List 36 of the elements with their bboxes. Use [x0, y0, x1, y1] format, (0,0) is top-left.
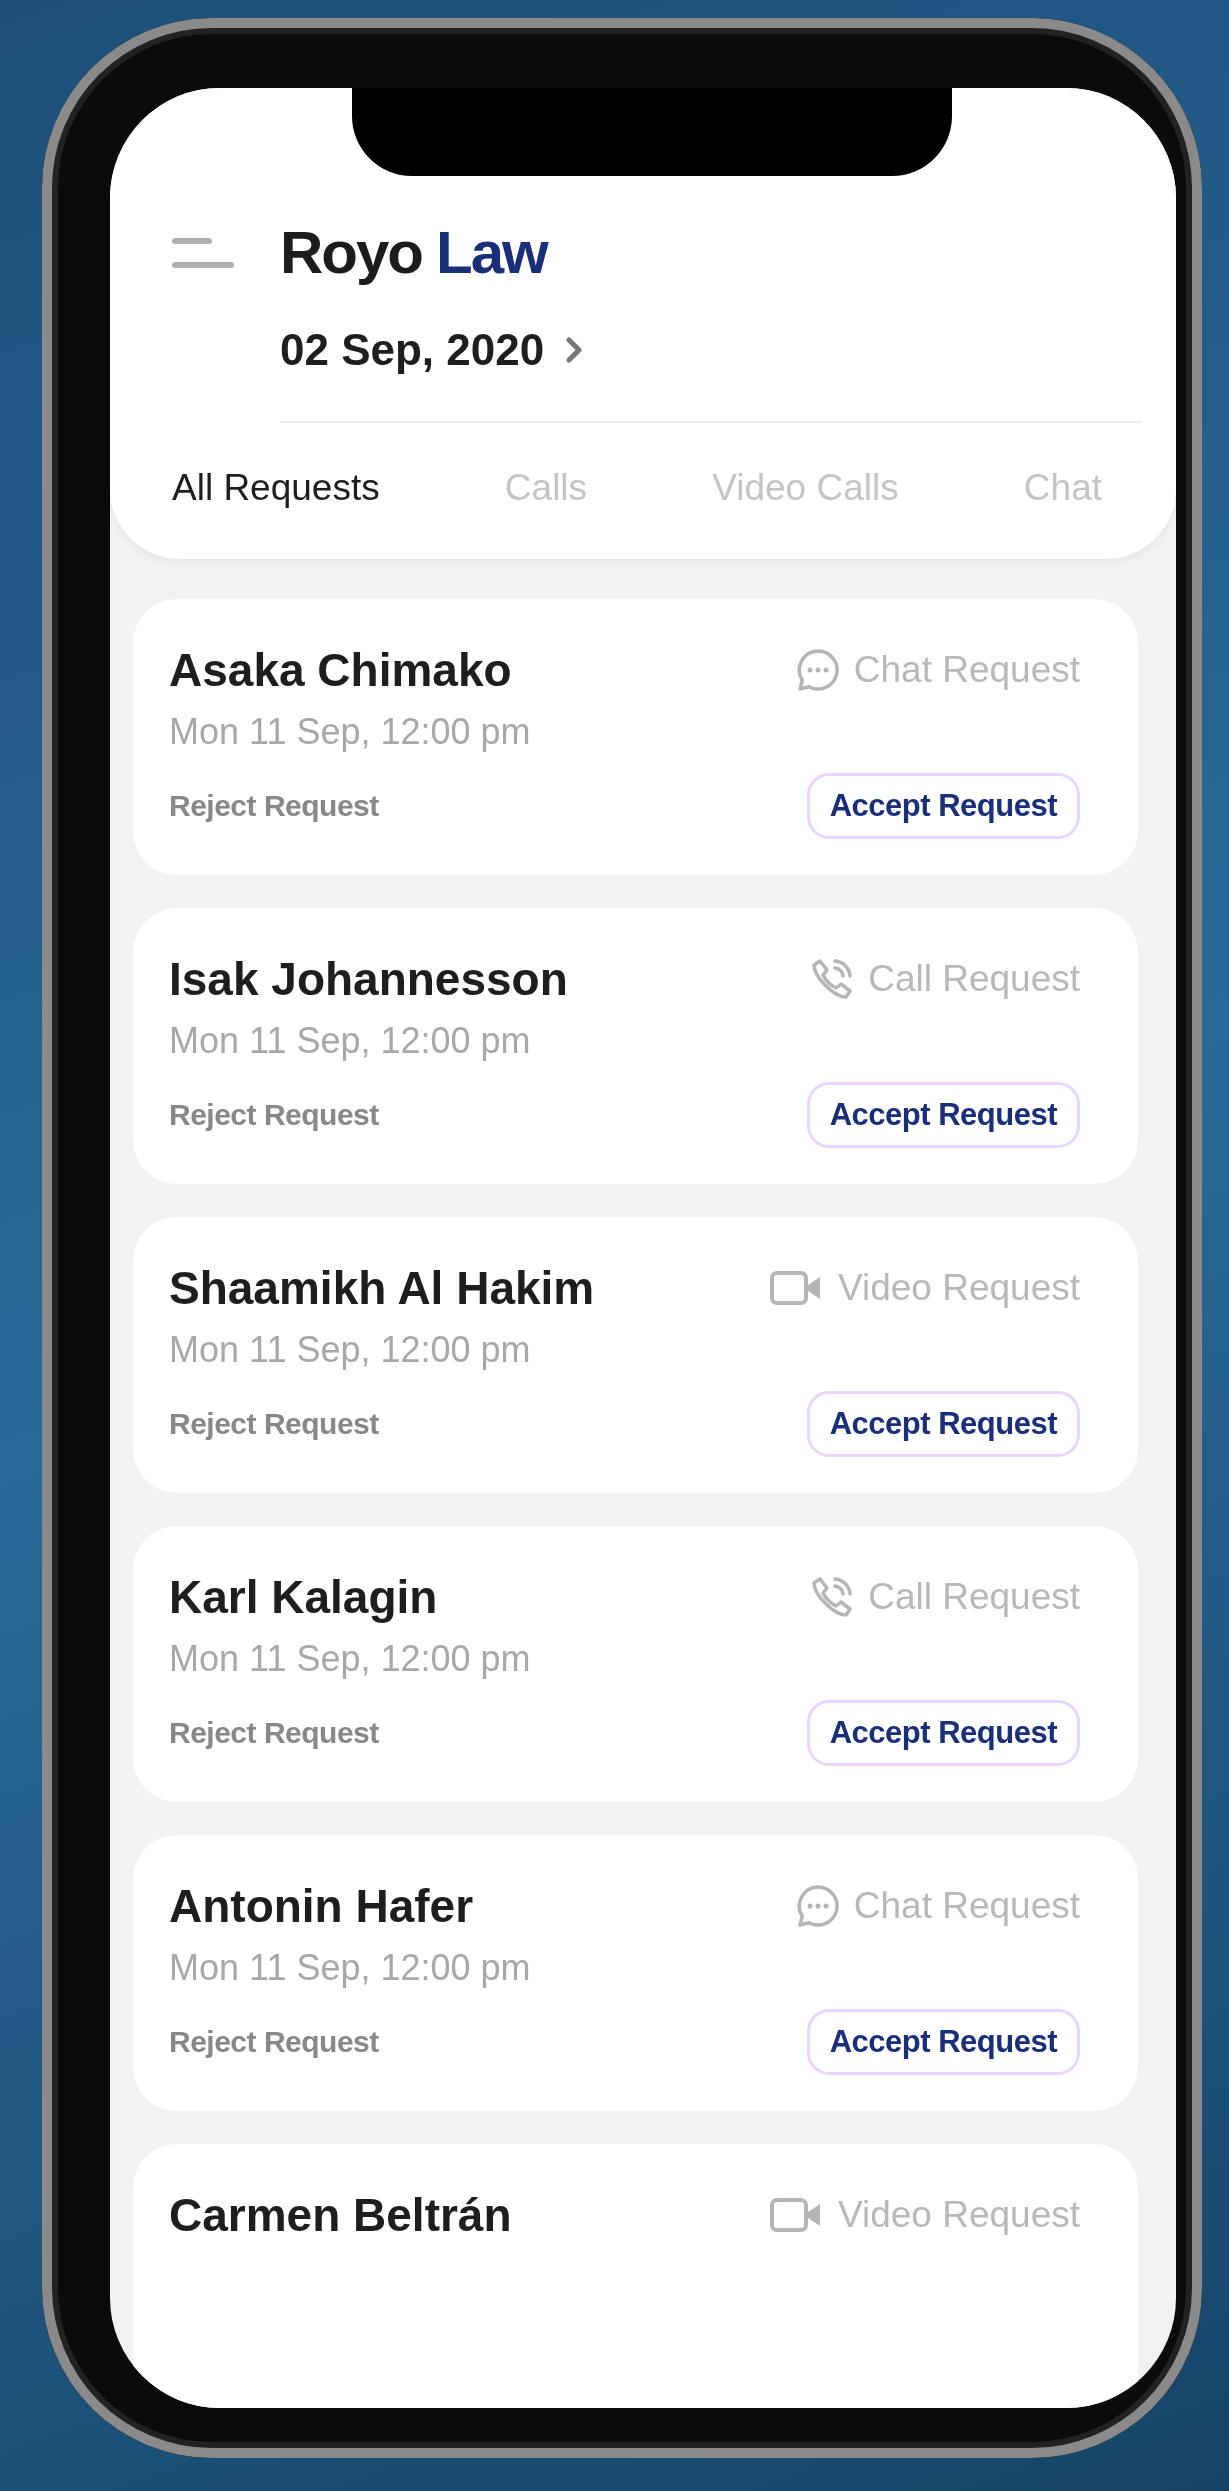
request-type-label: Chat Request: [853, 1885, 1080, 1927]
accept-request-button[interactable]: Accept Request: [806, 773, 1080, 839]
request-type-label: Call Request: [868, 1576, 1080, 1618]
tab[interactable]: All Requests: [172, 467, 380, 509]
request-datetime: Mon 11 Sep, 12:00 pm: [169, 1329, 532, 1371]
client-name: Karl Kalagin: [169, 1570, 438, 1624]
request-type-label: Video Request: [837, 2194, 1080, 2236]
reject-request-button[interactable]: Reject Request: [169, 1098, 379, 1132]
brand-name: Royo: [280, 219, 422, 286]
client-name: Carmen Beltrán: [169, 2188, 512, 2242]
date-label: 02 Sep, 2020: [280, 325, 545, 375]
client-name: Shaamikh Al Hakim: [169, 1261, 595, 1315]
client-name: Antonin Hafer: [169, 1879, 474, 1933]
reject-request-button[interactable]: Reject Request: [169, 2025, 379, 2059]
accept-request-button[interactable]: Accept Request: [806, 1391, 1080, 1457]
phone-icon: [810, 957, 855, 1001]
request-datetime: Mon 11 Sep, 12:00 pm: [169, 711, 532, 753]
reject-request-button[interactable]: Reject Request: [169, 1407, 379, 1441]
phone-icon: [810, 1575, 855, 1619]
client-name: Asaka Chimako: [169, 643, 512, 697]
chat-bubble-icon: [795, 648, 840, 692]
request-datetime: Mon 11 Sep, 12:00 pm: [169, 1947, 532, 1989]
chat-bubble-icon: [795, 1884, 840, 1928]
client-name: Isak Johannesson: [169, 952, 568, 1006]
request-type-label: Call Request: [868, 958, 1080, 1000]
chevron-right-icon[interactable]: [566, 337, 583, 363]
reject-request-button[interactable]: Reject Request: [169, 789, 379, 823]
accept-request-button[interactable]: Accept Request: [806, 1700, 1080, 1766]
request-type-label: Video Request: [837, 1267, 1080, 1309]
request-datetime: Mon 11 Sep, 12:00 pm: [169, 1638, 532, 1680]
accept-request-button[interactable]: Accept Request: [806, 1082, 1080, 1148]
brand-name-accent: Law: [436, 219, 547, 286]
reject-request-button[interactable]: Reject Request: [169, 1716, 379, 1750]
request-datetime: Mon 11 Sep, 12:00 pm: [169, 1020, 532, 1062]
request-type-label: Chat Request: [853, 649, 1080, 691]
accept-request-button[interactable]: Accept Request: [806, 2009, 1080, 2075]
